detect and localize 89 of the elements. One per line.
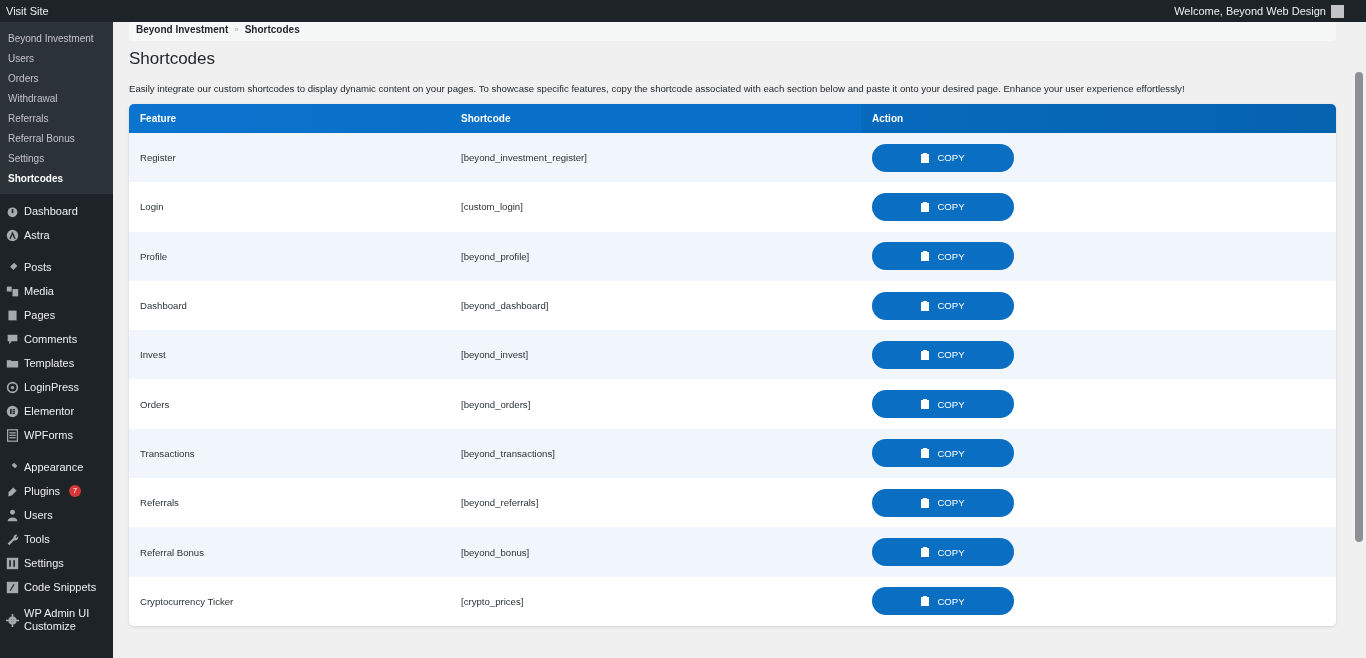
menu-item[interactable]: Media <box>24 284 54 298</box>
menu-icon[interactable] <box>6 284 19 298</box>
menu-item[interactable]: Dashboard <box>24 204 78 218</box>
clipboard-icon <box>921 251 930 262</box>
feature-cell-text: Profile <box>139 250 169 262</box>
copy-button[interactable]: COPY <box>872 291 1014 320</box>
menu-icon[interactable] <box>6 404 19 418</box>
visit-site-link[interactable]: Visit Site <box>6 5 49 17</box>
copy-button[interactable]: COPY <box>872 242 1014 271</box>
shortcode-cell-text: [beyond_dashboard] <box>460 300 550 312</box>
breadcrumb-separator: » <box>234 25 239 34</box>
menu-item[interactable]: Code Snippets <box>24 580 97 594</box>
shortcode-cell-text: [beyond_referrals] <box>460 497 540 509</box>
copy-button[interactable]: COPY <box>872 390 1014 419</box>
menu-item[interactable]: Elementor <box>24 404 75 418</box>
submenu-item[interactable]: Settings <box>0 149 113 169</box>
update-count-badge: 7 <box>69 485 82 497</box>
menu-item[interactable]: WPForms <box>24 428 73 442</box>
menu-item[interactable]: LoginPress <box>24 380 80 394</box>
feature-cell-text: Cryptocurrency Ticker <box>139 595 235 607</box>
shortcode-cell-text: [beyond_orders] <box>460 398 532 410</box>
menu-icon[interactable] <box>6 428 19 442</box>
feature-cell-text: Login <box>139 201 165 213</box>
feature-cell-text: Transactions <box>139 447 196 459</box>
menu-icon[interactable] <box>6 580 19 594</box>
feature-cell-text: Orders <box>139 398 171 410</box>
menu-item[interactable]: Settings <box>24 556 64 570</box>
menu-icon[interactable] <box>6 380 19 394</box>
menu-icon[interactable] <box>6 308 19 322</box>
menu-item[interactable]: Users <box>24 508 53 522</box>
menu-item[interactable]: Tools <box>24 532 50 546</box>
clipboard-icon <box>921 201 930 212</box>
menu-item[interactable]: Plugins <box>24 484 61 498</box>
shortcode-cell-text: [beyond_invest] <box>460 349 530 361</box>
shortcode-cell-text: [custom_login] <box>460 201 524 213</box>
clipboard-icon <box>921 547 930 557</box>
feature-cell-text: Referrals <box>139 497 180 509</box>
menu-icon[interactable] <box>6 508 19 522</box>
breadcrumb-current: Shortcodes <box>244 24 300 35</box>
submenu-item[interactable]: Withdrawal <box>0 89 113 109</box>
shortcode-cell-text: [beyond_profile] <box>460 250 531 262</box>
shortcode-cell-text: [beyond_bonus] <box>460 546 531 558</box>
breadcrumb-link[interactable]: Beyond Investment <box>136 24 229 35</box>
menu-icon[interactable] <box>6 613 19 627</box>
column-header: Feature <box>139 112 178 126</box>
feature-cell-text: Referral Bonus <box>139 546 205 558</box>
menu-item[interactable]: Astra <box>24 228 50 242</box>
avatar-icon[interactable] <box>1331 4 1344 18</box>
submenu-item[interactable]: Referrals <box>0 109 113 129</box>
page-title: Shortcodes <box>129 49 216 69</box>
submenu-item[interactable]: Shortcodes <box>0 169 113 189</box>
menu-item[interactable]: Comments <box>24 332 78 346</box>
menu-item[interactable]: Pages <box>24 308 56 322</box>
copy-button[interactable]: COPY <box>872 143 1014 172</box>
shortcode-cell-text: [crypto_prices] <box>460 595 525 607</box>
menu-item[interactable]: Posts <box>24 260 52 274</box>
copy-button[interactable]: COPY <box>872 587 1014 616</box>
menu-item[interactable]: Appearance <box>24 460 84 474</box>
shortcode-cell-text: [beyond_transactions] <box>460 447 556 459</box>
feature-cell-text: Register <box>139 152 177 164</box>
copy-button[interactable]: COPY <box>872 340 1014 369</box>
clipboard-icon <box>921 448 930 459</box>
menu-item[interactable]: WP Admin UI Customize <box>24 607 107 633</box>
menu-icon[interactable] <box>6 532 19 546</box>
clipboard-icon <box>921 399 930 410</box>
feature-cell-text: Invest <box>139 349 167 361</box>
column-header: Action <box>871 112 905 126</box>
clipboard-icon <box>921 497 930 508</box>
page-description: Easily integrate our custom shortcodes to display dynamic content on your pages. To showcase specific features, copy the shortcode associated with each section below and paste it onto your desired page. Enhance your user experience effortlessly! <box>129 83 1186 94</box>
menu-icon[interactable] <box>6 228 19 242</box>
copy-button[interactable]: COPY <box>872 488 1014 517</box>
menu-icon[interactable] <box>6 204 19 218</box>
welcome-text[interactable]: Welcome, Beyond Web Design <box>1174 5 1326 17</box>
menu-icon[interactable] <box>6 556 19 570</box>
clipboard-icon <box>921 300 930 311</box>
copy-button[interactable]: COPY <box>872 192 1014 221</box>
submenu-item[interactable]: Referral Bonus <box>0 129 113 149</box>
submenu-item[interactable]: Orders <box>0 69 113 89</box>
menu-icon[interactable] <box>6 332 19 346</box>
clipboard-icon <box>921 152 930 163</box>
menu-item[interactable]: Templates <box>24 356 75 370</box>
copy-button[interactable]: COPY <box>872 538 1014 566</box>
clipboard-icon <box>921 349 930 360</box>
copy-button[interactable]: COPY <box>872 439 1014 468</box>
submenu-item[interactable]: Users <box>0 49 113 69</box>
submenu-item[interactable]: Beyond Investment <box>0 29 113 49</box>
clipboard-icon <box>921 596 930 607</box>
feature-cell-text: Dashboard <box>139 300 188 312</box>
shortcode-cell-text: [beyond_investment_register] <box>460 152 588 164</box>
